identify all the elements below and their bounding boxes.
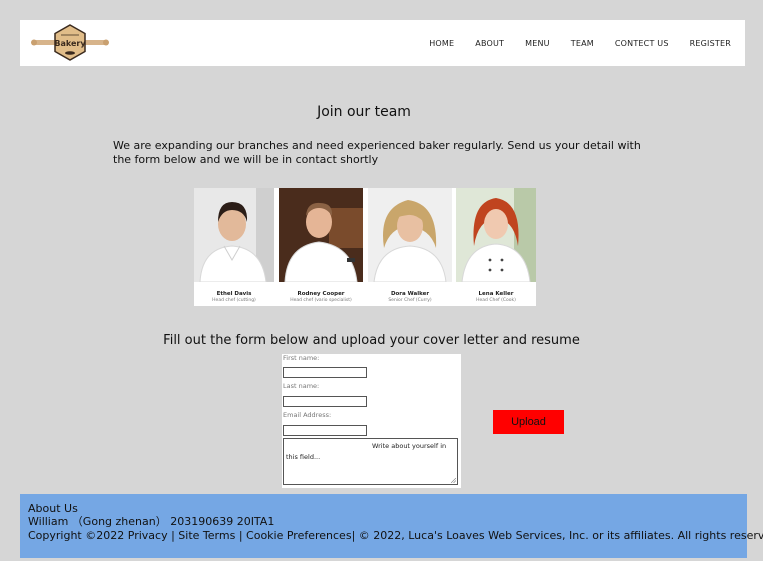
bakery-logo[interactable]: Bakery — [30, 24, 110, 62]
separator: | — [171, 529, 175, 542]
footer-author: William （Gong zhenan） 203190639 20ITA1 — [28, 515, 275, 528]
nav-home[interactable]: HOME — [429, 39, 454, 48]
team-photo — [368, 188, 452, 282]
last-name-input[interactable] — [283, 396, 367, 407]
application-form: First name: Last name: Email Address: Wr… — [282, 354, 461, 488]
team-member-role: Head chef (cutting) — [212, 298, 256, 303]
team-card: Ethel Davis Head chef (cutting) — [194, 188, 274, 306]
team-member-name: Dora Walker — [390, 291, 430, 297]
team-card: Lena Keller Head Chef (Cook) — [456, 188, 536, 306]
site-footer: About Us William （Gong zhenan） 203190639… — [20, 494, 763, 558]
nav-about[interactable]: ABOUT — [475, 39, 504, 48]
copyright-text: Copyright ©2022 — [28, 529, 125, 542]
team-member-name: Lena Keller — [478, 291, 514, 297]
intro-text: We are expanding our branches and need e… — [113, 139, 641, 166]
footer-copyright-line: Copyright ©2022 Privacy | Site Terms | C… — [28, 529, 763, 543]
team-member-name: Rodney Cooper — [297, 291, 345, 297]
cookie-preferences-link[interactable]: Cookie Preferences — [246, 529, 352, 542]
team-photo-strip: Ethel Davis Head chef (cutting) Rodney C… — [194, 188, 536, 306]
first-name-label: First name: — [283, 354, 320, 362]
nav-contact-us[interactable]: CONTECT US — [615, 39, 669, 48]
main-nav: HOME ABOUT MENU TEAM CONTECT US REGISTER — [408, 20, 731, 66]
about-yourself-textarea[interactable]: Write about yourself in this field... — [283, 438, 458, 485]
team-photo — [194, 188, 274, 282]
separator: | — [238, 529, 243, 542]
team-member-role: Head chef (vario specialist) — [290, 298, 352, 303]
team-member-role: Head Chef (Cook) — [476, 298, 516, 303]
resize-handle-icon[interactable] — [451, 478, 456, 483]
nav-menu[interactable]: MENU — [525, 39, 550, 48]
rights-text: | © 2022, Luca's Loaves Web Services, In… — [351, 529, 763, 542]
team-card: Rodney Cooper Head chef (vario specialis… — [279, 188, 363, 306]
page-title: Join our team — [317, 104, 411, 120]
team-photo — [456, 188, 536, 282]
team-photo — [279, 188, 363, 282]
footer-about-us[interactable]: About Us — [28, 502, 78, 516]
site-header: Bakery HOME ABOUT MENU TEAM CONTECT US R… — [20, 20, 745, 66]
team-card: Dora Walker Senior Chef (Curry) — [368, 188, 452, 306]
logo-text: Bakery — [54, 39, 86, 48]
team-member-name: Ethel Davis — [216, 291, 252, 297]
email-input[interactable] — [283, 425, 367, 436]
nav-register[interactable]: REGISTER — [690, 39, 731, 48]
team-member-role: Senior Chef (Curry) — [388, 298, 432, 303]
email-label: Email Address: — [283, 411, 332, 419]
upload-button[interactable]: Upload — [493, 410, 564, 434]
first-name-input[interactable] — [283, 367, 367, 378]
nav-team[interactable]: TEAM — [571, 39, 594, 48]
last-name-label: Last name: — [283, 382, 320, 390]
site-terms-link[interactable]: Site Terms — [178, 529, 235, 542]
privacy-link[interactable]: Privacy — [128, 529, 168, 542]
textarea-content: Write about yourself in this field... — [286, 442, 447, 461]
form-heading: Fill out the form below and upload your … — [163, 333, 580, 348]
